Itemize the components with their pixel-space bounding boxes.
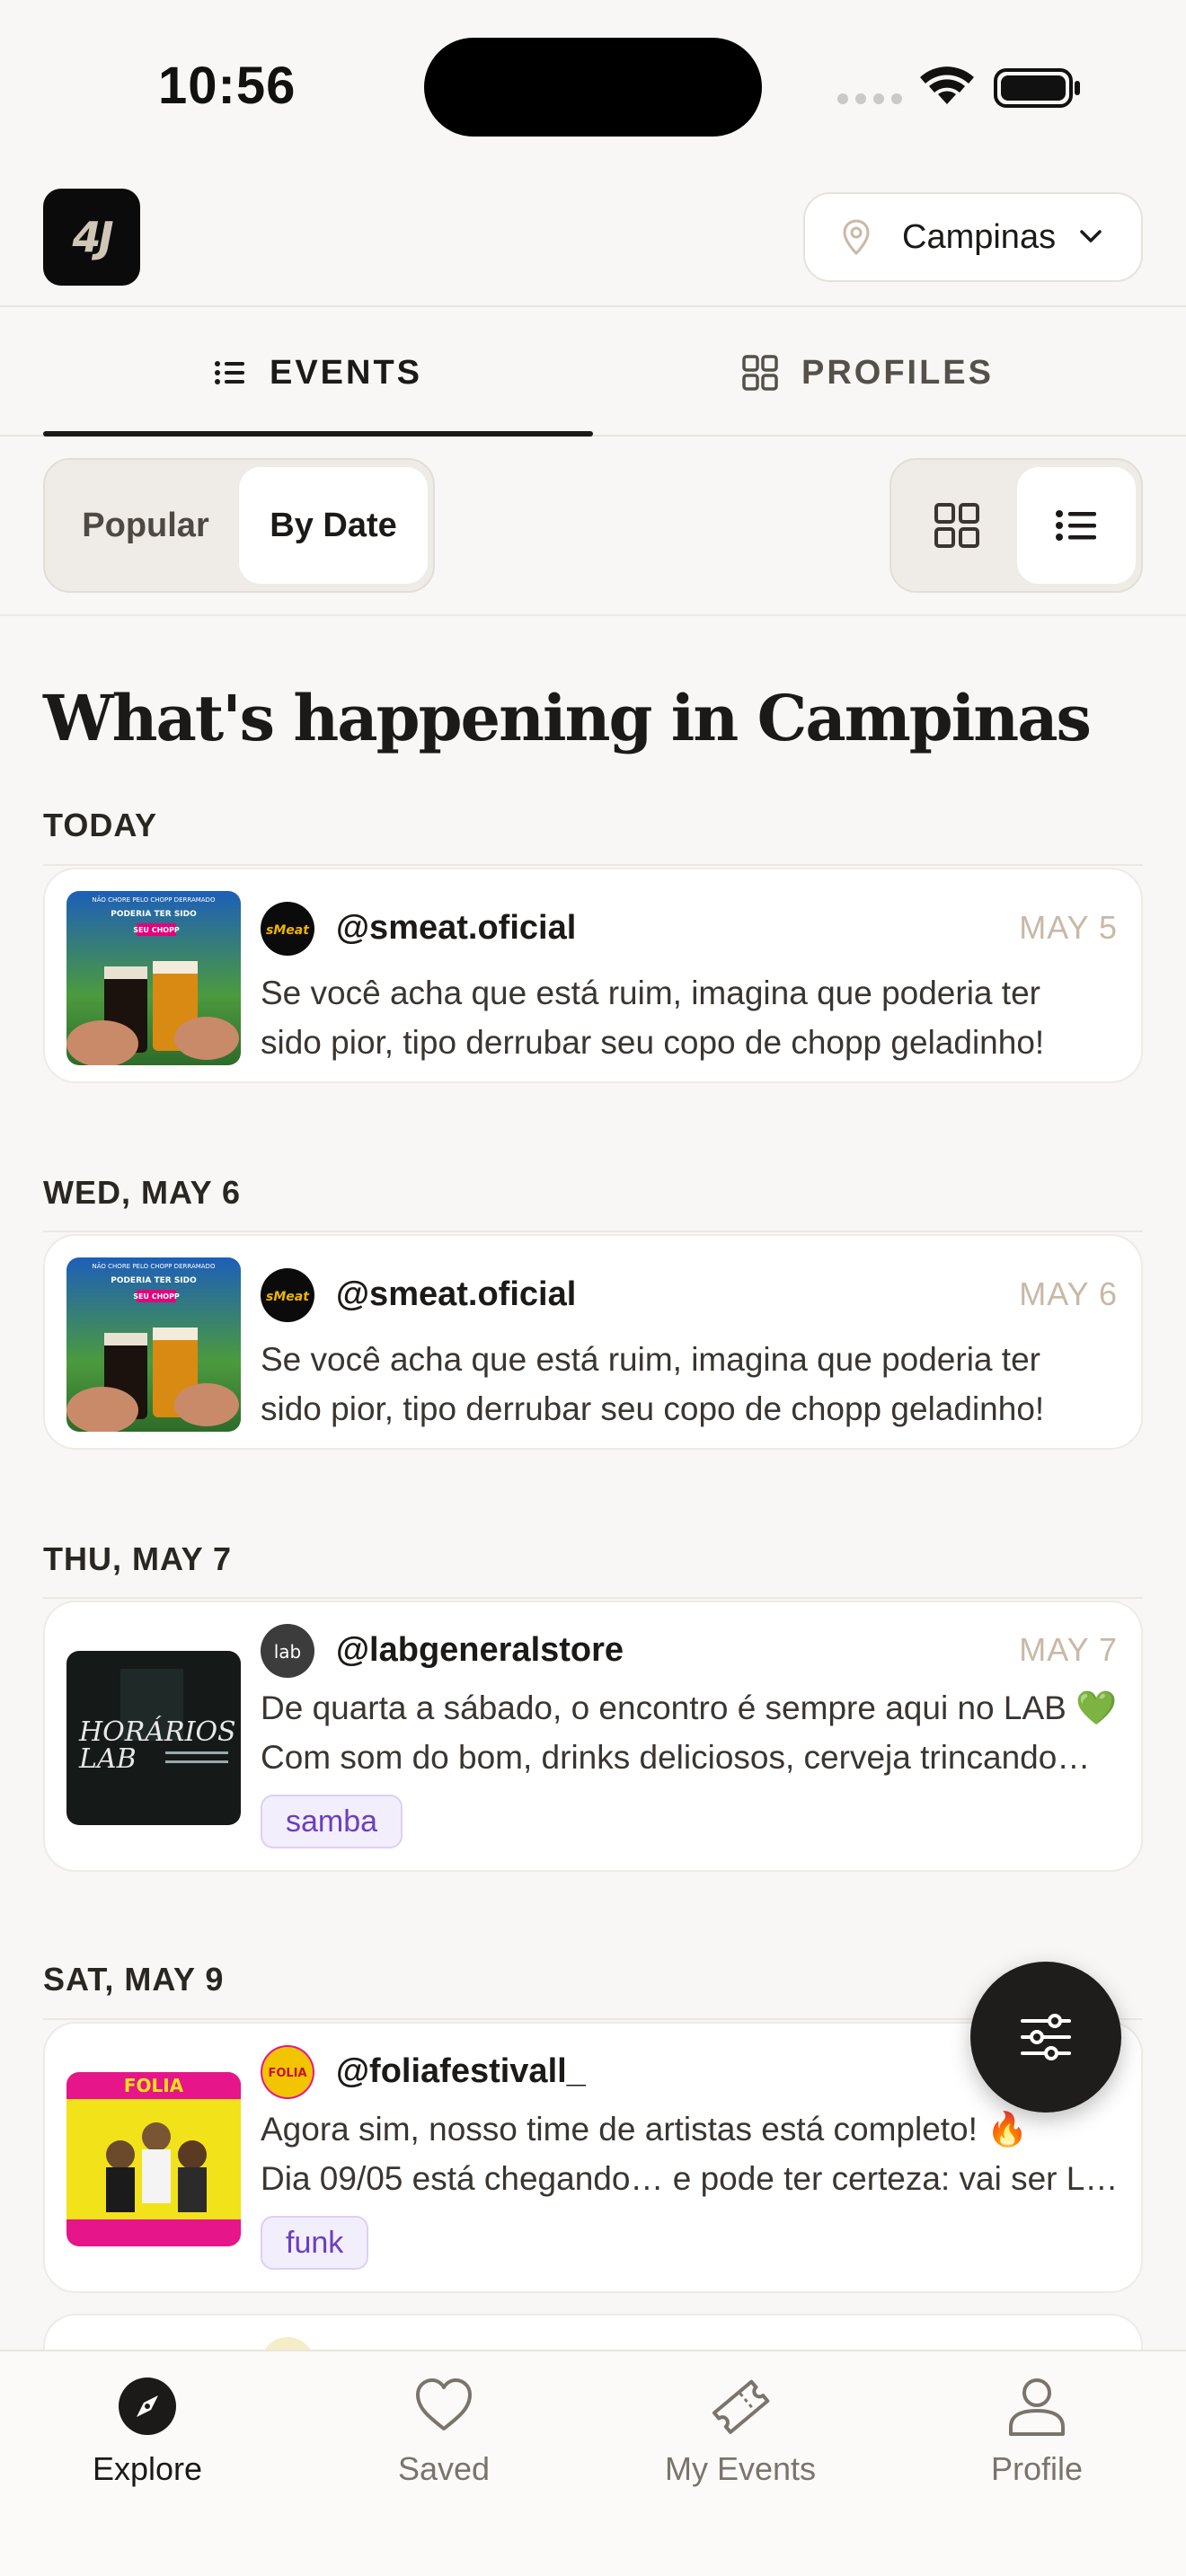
event-date: MAY 7	[1019, 1631, 1118, 1668]
event-description-line: sido pior, tipo derrubar seu copo de cho…	[261, 1390, 1045, 1427]
nav-profile-label: Profile	[990, 2450, 1084, 2487]
smeat-chopp-image: NÃO CHORE PELO CHOPP DERRAMADO PODERIA T…	[66, 1257, 241, 1432]
thumb-caption: SEU CHOPP	[133, 926, 180, 934]
divider	[43, 864, 1143, 866]
avatar[interactable]: sMeat	[261, 1268, 314, 1322]
dynamic-island	[424, 38, 762, 137]
avatar-text: sMeat	[266, 923, 310, 938]
compass-icon	[119, 2378, 176, 2435]
thumb-caption: NÃO CHORE PELO CHOPP DERRAMADO	[93, 895, 216, 904]
event-thumbnail: NÃO CHORE PELO CHOPP DERRAMADO PODERIA T…	[66, 891, 241, 1065]
status-icons	[837, 66, 1080, 108]
location-pin-icon	[843, 219, 870, 256]
chevron-down-icon	[1080, 230, 1102, 243]
event-description-line: sido pior, tipo derrubar seu copo de cho…	[261, 1024, 1045, 1061]
event-handle[interactable]: @foliafestivall_	[336, 2052, 586, 2091]
nav-my-events-label: My Events	[664, 2450, 817, 2487]
page-title: What's happening in Campinas	[43, 681, 1092, 755]
avatar[interactable]: FOLIA	[261, 2045, 314, 2099]
event-description-line: Com som do bom, drinks deliciosos, cerve…	[261, 1739, 1091, 1776]
grid-icon	[934, 503, 979, 548]
grid-view-button[interactable]	[898, 467, 1015, 584]
app-header: 4J Campinas	[0, 171, 1186, 307]
event-description-line: Se você acha que está ruim, imagina que …	[261, 975, 1040, 1011]
nav-explore[interactable]: Explore	[40, 2375, 255, 2510]
tab-profiles-label: PROFILES	[801, 353, 995, 392]
nav-saved[interactable]: Saved	[336, 2375, 552, 2510]
day-label: WED, MAY 6	[43, 1174, 242, 1211]
divider	[43, 1597, 1143, 1599]
avatar-text: lab	[274, 1641, 302, 1663]
tab-profiles[interactable]: PROFILES	[593, 309, 1143, 437]
person-icon	[1009, 2378, 1065, 2436]
filter-controls: Popular By Date	[0, 437, 1186, 616]
list-icon	[214, 361, 244, 384]
grid-icon	[742, 355, 778, 391]
city-selector[interactable]: Campinas	[803, 192, 1143, 282]
wifi-icon	[920, 66, 974, 104]
event-description-line: De quarta a sábado, o encontro é sempre …	[261, 1689, 1118, 1726]
event-date: MAY 5	[1019, 909, 1118, 946]
event-description-line: Se você acha que está ruim, imagina que …	[261, 1341, 1040, 1378]
event-thumbnail: NÃO CHORE PELO CHOPP DERRAMADO PODERIA T…	[66, 1257, 241, 1432]
event-handle[interactable]: @smeat.oficial	[336, 909, 576, 948]
event-thumbnail: FOLIA	[66, 2072, 241, 2246]
tab-events[interactable]: EVENTS	[43, 309, 593, 437]
thumb-caption: LAB	[78, 1743, 137, 1775]
event-date: MAY 6	[1019, 1275, 1118, 1312]
thumb-caption: FOLIA	[124, 2075, 184, 2096]
status-bar: 10:56	[0, 0, 1186, 171]
day-label: SAT, MAY 9	[43, 1961, 225, 1998]
bottom-nav: Explore Saved My Events Profile	[0, 2350, 1186, 2576]
nav-profile[interactable]: Profile	[929, 2375, 1145, 2510]
sliders-icon	[1021, 2014, 1071, 2060]
list-icon	[1056, 510, 1096, 541]
nav-explore-label: Explore	[92, 2450, 203, 2487]
city-label: Campinas	[902, 217, 1057, 256]
event-description-line: Dia 09/05 está chegando… e pode ter cert…	[261, 2160, 1119, 2197]
genre-tag[interactable]: samba	[261, 1795, 403, 1848]
day-label-today: TODAY	[43, 807, 158, 843]
heart-icon	[416, 2378, 472, 2430]
avatar[interactable]: sMeat	[261, 902, 314, 956]
avatar-text: sMeat	[266, 1290, 310, 1304]
divider	[43, 1231, 1143, 1232]
genre-tag[interactable]: funk	[261, 2216, 369, 2270]
folia-festival-image: FOLIA	[66, 2072, 241, 2246]
thumb-caption: NÃO CHORE PELO CHOPP DERRAMADO	[93, 1262, 216, 1270]
event-handle[interactable]: @smeat.oficial	[336, 1275, 576, 1314]
event-card[interactable]: NÃO CHORE PELO CHOPP DERRAMADO PODERIA T…	[43, 1234, 1143, 1450]
event-thumbnail: HORÁRIOS LAB	[66, 1651, 241, 1825]
sort-by-date-button[interactable]: By Date	[239, 467, 428, 584]
logo-text: 4J	[72, 213, 113, 261]
thumb-caption: SEU CHOPP	[133, 1292, 180, 1301]
sort-popular-button[interactable]: Popular	[52, 467, 239, 584]
avatar-text: FOLIA	[268, 2067, 306, 2080]
signal-icon	[837, 93, 902, 104]
avatar[interactable]: lab	[261, 1624, 314, 1678]
event-handle[interactable]: @labgeneralstore	[336, 1631, 624, 1670]
tab-events-label: EVENTS	[269, 353, 423, 392]
thumb-caption: PODERIA TER SIDO	[111, 910, 197, 919]
status-time: 10:56	[158, 57, 296, 115]
thumb-caption: PODERIA TER SIDO	[111, 1276, 197, 1285]
event-card[interactable]: HORÁRIOS LAB lab @labgeneralstore MAY 7 …	[43, 1601, 1143, 1872]
nav-saved-label: Saved	[397, 2450, 491, 2487]
day-label: THU, MAY 7	[43, 1540, 233, 1577]
smeat-chopp-image: NÃO CHORE PELO CHOPP DERRAMADO PODERIA T…	[66, 891, 241, 1065]
battery-icon	[994, 68, 1080, 108]
ticket-icon	[712, 2379, 770, 2434]
view-mode-toggle	[890, 458, 1143, 593]
list-view-button[interactable]	[1017, 467, 1136, 584]
nav-my-events[interactable]: My Events	[633, 2375, 848, 2510]
main-tabs: EVENTS PROFILES	[0, 309, 1186, 437]
event-card[interactable]: NÃO CHORE PELO CHOPP DERRAMADO PODERIA T…	[43, 868, 1143, 1083]
event-description-line: Agora sim, nosso time de artistas está c…	[261, 2111, 1029, 2148]
filters-button[interactable]	[970, 1962, 1121, 2113]
lab-hours-image: HORÁRIOS LAB	[66, 1651, 241, 1825]
app-logo[interactable]: 4J	[43, 189, 140, 286]
sort-toggle: Popular By Date	[43, 458, 435, 593]
